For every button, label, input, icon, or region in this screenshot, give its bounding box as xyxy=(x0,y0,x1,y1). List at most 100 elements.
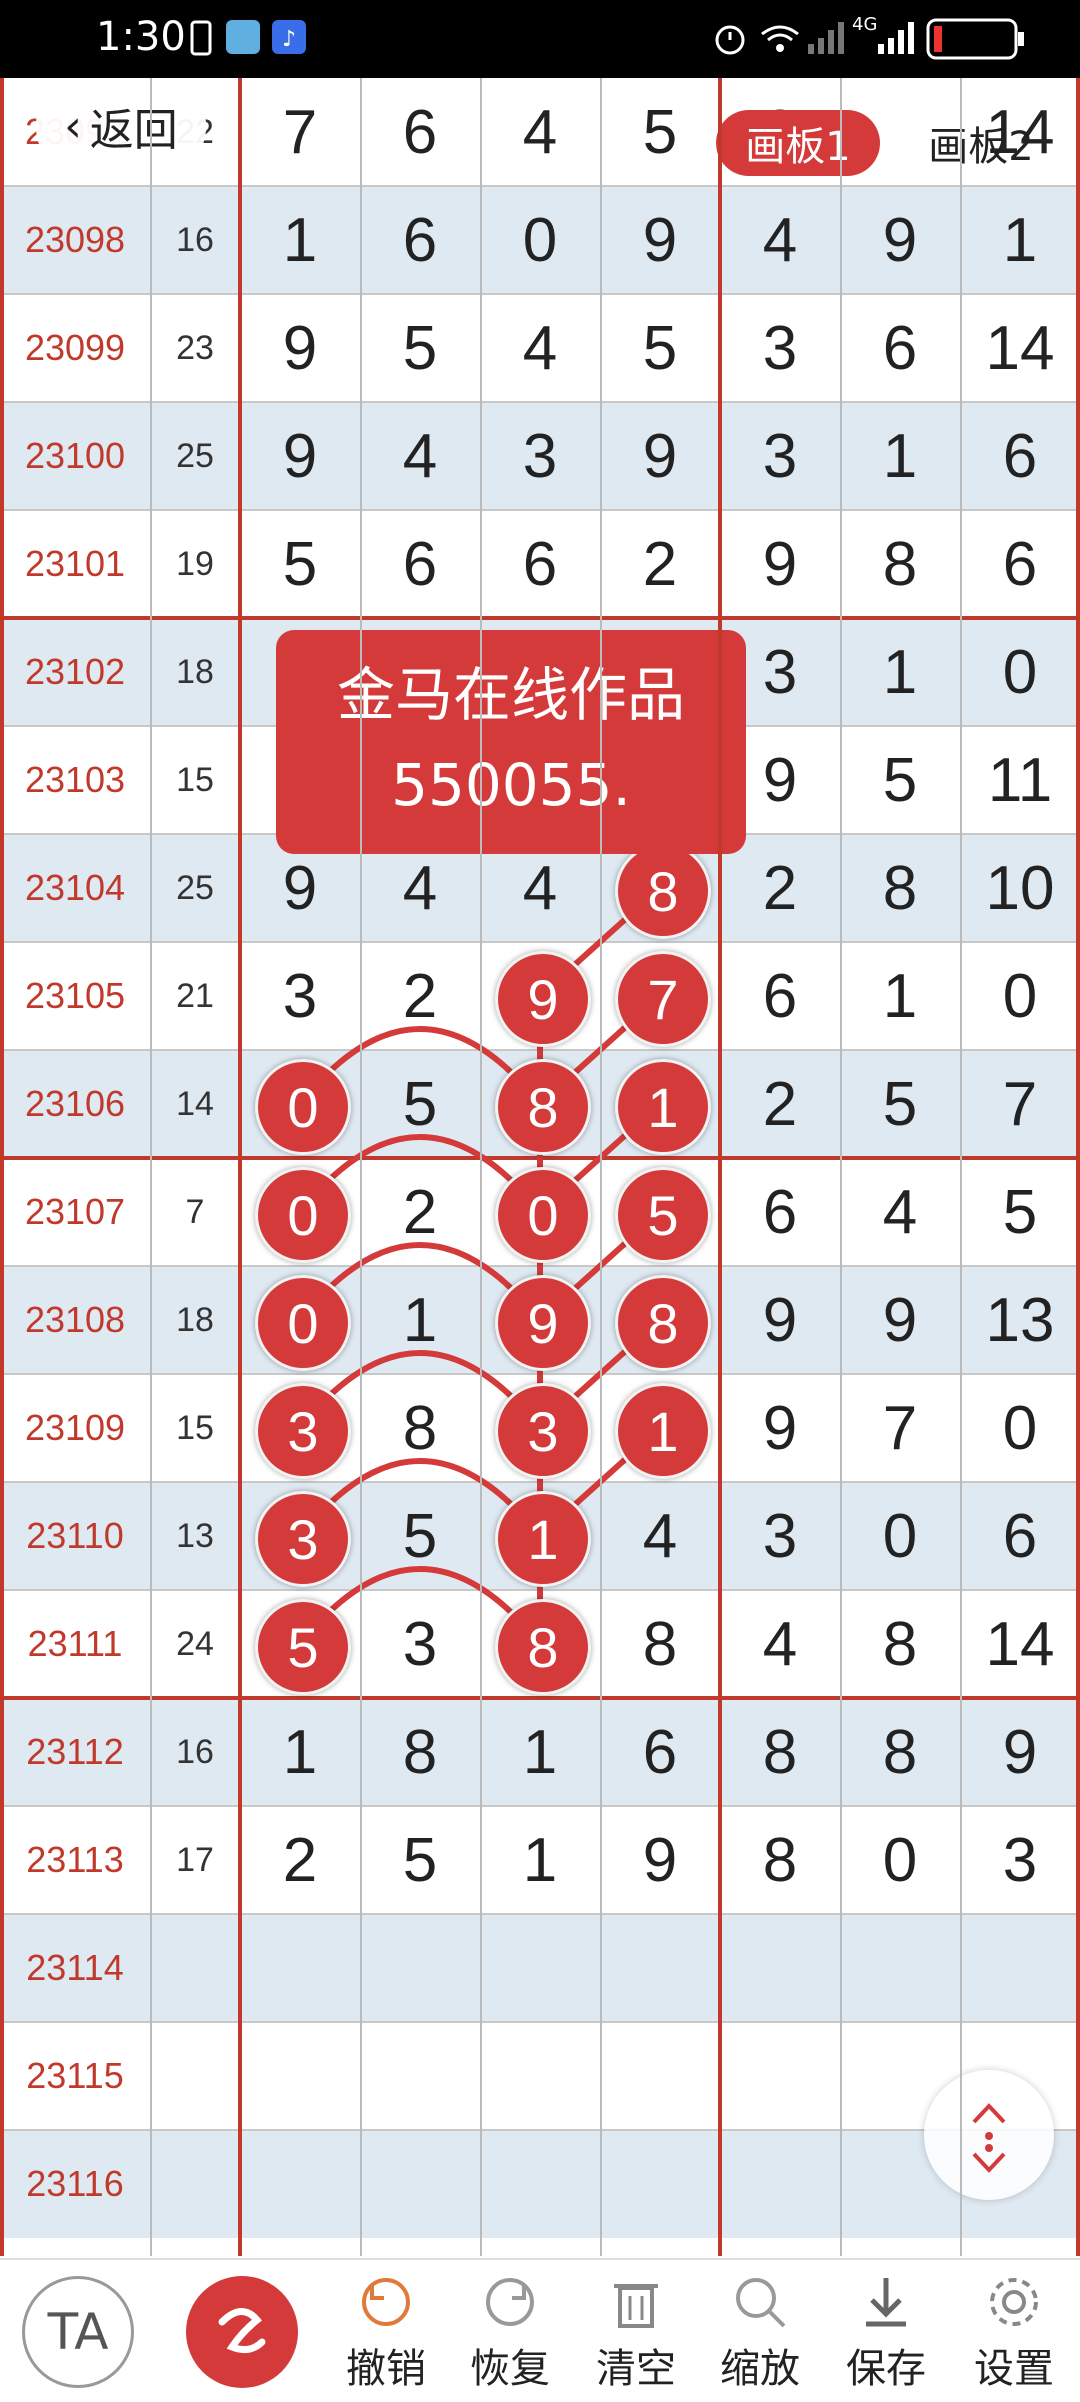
digit-cell[interactable]: 14 xyxy=(960,294,1080,402)
digit-cell[interactable]: 9 xyxy=(960,1698,1080,1806)
digit-cell[interactable]: 0 xyxy=(840,1806,960,1914)
digit-cell[interactable]: 4 xyxy=(840,1158,960,1266)
digit-cell[interactable]: 6 xyxy=(840,294,960,402)
digit-cell[interactable]: 9 xyxy=(840,186,960,294)
digit-cell[interactable] xyxy=(480,1914,600,2022)
digit-cell[interactable]: 9 xyxy=(240,402,360,510)
digit-cell[interactable]: 5 xyxy=(600,294,720,402)
digit-cell[interactable] xyxy=(240,1914,360,2022)
redo-button[interactable]: 恢复 xyxy=(450,2258,570,2400)
digit-cell[interactable]: 9 xyxy=(840,1266,960,1374)
digit-cell[interactable] xyxy=(960,1914,1080,2022)
digit-cell[interactable] xyxy=(720,1914,840,2022)
digit-cell[interactable]: 1 xyxy=(480,1806,600,1914)
digit-cell[interactable] xyxy=(480,2022,600,2130)
digit-cell[interactable]: 4 xyxy=(480,78,600,186)
marked-number[interactable]: 5 xyxy=(255,1599,351,1695)
digit-cell[interactable]: 9 xyxy=(720,1374,840,1482)
digit-cell[interactable]: 5 xyxy=(360,1482,480,1590)
marked-number[interactable]: 8 xyxy=(615,1275,711,1371)
digit-cell[interactable] xyxy=(600,2022,720,2130)
draw-tool-button[interactable] xyxy=(186,2276,298,2388)
digit-cell[interactable]: 0 xyxy=(480,186,600,294)
text-tool-button[interactable]: TA xyxy=(22,2276,134,2388)
marked-number[interactable]: 3 xyxy=(255,1491,351,1587)
marked-number[interactable]: 1 xyxy=(615,1059,711,1155)
marked-number[interactable]: 3 xyxy=(255,1383,351,1479)
digit-cell[interactable]: 0 xyxy=(960,618,1080,726)
digit-cell[interactable]: 6 xyxy=(360,510,480,618)
digit-cell[interactable]: 3 xyxy=(720,294,840,402)
digit-cell[interactable] xyxy=(360,2022,480,2130)
digit-cell[interactable]: 1 xyxy=(240,186,360,294)
digit-cell[interactable]: 8 xyxy=(360,1374,480,1482)
marked-number[interactable]: 9 xyxy=(495,951,591,1047)
zoom-button[interactable]: 缩放 xyxy=(700,2258,820,2400)
marked-number[interactable]: 8 xyxy=(615,843,711,939)
marked-number[interactable]: 9 xyxy=(495,1275,591,1371)
digit-cell[interactable]: 8 xyxy=(720,1698,840,1806)
marked-number[interactable]: 1 xyxy=(495,1491,591,1587)
marked-number[interactable]: 0 xyxy=(255,1275,351,1371)
digit-cell[interactable]: 2 xyxy=(600,510,720,618)
digit-cell[interactable]: 10 xyxy=(960,834,1080,942)
digit-cell[interactable]: 6 xyxy=(600,1698,720,1806)
digit-cell[interactable]: 4 xyxy=(360,402,480,510)
digit-cell[interactable]: 8 xyxy=(840,1698,960,1806)
digit-cell[interactable]: 3 xyxy=(240,942,360,1050)
digit-cell[interactable]: 9 xyxy=(600,186,720,294)
digit-cell[interactable] xyxy=(840,1914,960,2022)
digit-cell[interactable]: 5 xyxy=(360,1806,480,1914)
digit-cell[interactable]: 9 xyxy=(720,510,840,618)
digit-cell[interactable]: 5 xyxy=(840,726,960,834)
digit-cell[interactable]: 5 xyxy=(360,294,480,402)
digit-cell[interactable]: 1 xyxy=(840,942,960,1050)
digit-cell[interactable] xyxy=(600,2130,720,2238)
digit-cell[interactable]: 7 xyxy=(840,1374,960,1482)
digit-cell[interactable]: 13 xyxy=(960,1266,1080,1374)
digit-cell[interactable] xyxy=(720,2130,840,2238)
digit-cell[interactable] xyxy=(240,2130,360,2238)
digit-cell[interactable]: 0 xyxy=(960,942,1080,1050)
digit-cell[interactable]: 6 xyxy=(360,186,480,294)
digit-cell[interactable]: 0 xyxy=(840,1482,960,1590)
digit-cell[interactable]: 5 xyxy=(360,1050,480,1158)
digit-cell[interactable]: 9 xyxy=(720,1266,840,1374)
save-button[interactable]: 保存 xyxy=(826,2258,946,2400)
digit-cell[interactable]: 4 xyxy=(600,1482,720,1590)
digit-cell[interactable]: 1 xyxy=(840,402,960,510)
digit-cell[interactable]: 9 xyxy=(600,1806,720,1914)
digit-cell[interactable]: 8 xyxy=(840,510,960,618)
digit-cell[interactable]: 7 xyxy=(240,78,360,186)
back-button[interactable]: ‹ 返回 xyxy=(36,80,206,172)
digit-cell[interactable]: 8 xyxy=(840,1590,960,1698)
digit-cell[interactable]: 1 xyxy=(240,1698,360,1806)
digit-cell[interactable]: 11 xyxy=(960,726,1080,834)
digit-cell[interactable]: 5 xyxy=(840,1050,960,1158)
digit-cell[interactable]: 4 xyxy=(480,294,600,402)
digit-cell[interactable]: 9 xyxy=(240,294,360,402)
scroll-handle[interactable] xyxy=(924,2070,1054,2200)
digit-cell[interactable]: 6 xyxy=(360,78,480,186)
marked-number[interactable]: 8 xyxy=(495,1059,591,1155)
digit-cell[interactable]: 7 xyxy=(960,1050,1080,1158)
settings-button[interactable]: 设置 xyxy=(954,2258,1074,2400)
marked-number[interactable]: 0 xyxy=(255,1167,351,1263)
digit-cell[interactable]: 6 xyxy=(960,402,1080,510)
digit-cell[interactable]: 4 xyxy=(720,186,840,294)
digit-cell[interactable]: 9 xyxy=(600,402,720,510)
marked-number[interactable]: 0 xyxy=(495,1167,591,1263)
digit-cell[interactable]: 8 xyxy=(720,1806,840,1914)
marked-number[interactable]: 1 xyxy=(615,1383,711,1479)
digit-cell[interactable]: 6 xyxy=(720,942,840,1050)
digit-cell[interactable] xyxy=(600,1914,720,2022)
digit-cell[interactable]: 5 xyxy=(240,510,360,618)
digit-cell[interactable]: 2 xyxy=(360,942,480,1050)
digit-cell[interactable]: 3 xyxy=(960,1806,1080,1914)
digit-cell[interactable]: 2 xyxy=(720,1050,840,1158)
tab-board-2[interactable]: 画板2 xyxy=(906,110,1056,176)
marked-number[interactable]: 3 xyxy=(495,1383,591,1479)
digit-cell[interactable] xyxy=(360,2130,480,2238)
digit-cell[interactable]: 6 xyxy=(960,1482,1080,1590)
digit-cell[interactable]: 1 xyxy=(960,186,1080,294)
